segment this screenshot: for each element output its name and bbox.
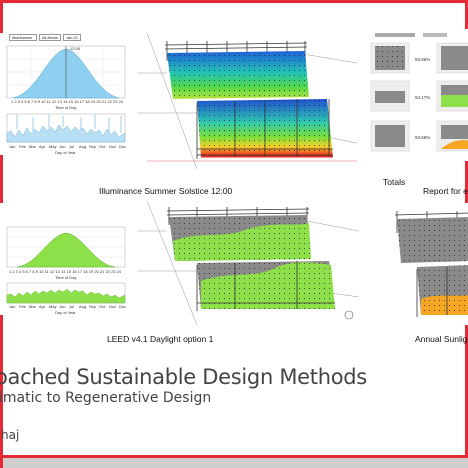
report-charts: 93.86% 94.17% 93.68%: [370, 33, 468, 152]
svg-text:Nov: Nov: [109, 144, 116, 149]
hour-ticks: 1 2 3 4 5 6 7 8 9 10 11 12 13 14 15 16 1…: [11, 99, 124, 104]
slide-subtitle: imatic to Regenerative Design: [0, 390, 212, 406]
svg-text:May: May: [49, 144, 57, 149]
svg-text:Jul: Jul: [69, 144, 74, 149]
svg-text:Oct: Oct: [99, 304, 106, 309]
summer-solstice-render: [137, 33, 357, 169]
svg-text:Jun: Jun: [59, 304, 65, 309]
bottom-bar: [3, 455, 468, 468]
illuminance-chart: 12:00 1 2 3 4 5 6 7 8 9 10 11 12 13 14 1…: [6, 45, 126, 155]
daylight-chart: 1 2 3 4 5 6 7 8 9 10 11 12 13 14 15 16 1…: [6, 226, 126, 315]
svg-text:Jan: Jan: [9, 304, 15, 309]
month-ticks-top: Jan Feb Mar Apr May Jun Jul Aug Sep Oct Nov De…: [9, 144, 126, 149]
compass-icon: [344, 310, 354, 320]
svg-text:Mar: Mar: [29, 144, 37, 149]
caption-report: Report for ea: [423, 186, 468, 196]
svg-text:Jul: Jul: [69, 304, 74, 309]
svg-text:Aug: Aug: [79, 304, 86, 309]
x-axis-label-annual-bottom: Day of Year: [55, 310, 76, 315]
svg-text:May: May: [49, 304, 57, 309]
svg-text:Dec: Dec: [119, 144, 126, 149]
slide-frame: Illuminance All Areas Jan 21 12:00 1 2 3…: [0, 0, 468, 468]
slide-title: oached Sustainable Design Methods: [0, 365, 367, 389]
caption-annual: Annual Sunlight: [415, 334, 468, 344]
svg-text:1 2 3 4 5 6 7 8 9 10 11 12 13: 1 2 3 4 5 6 7 8 9 10 11 12 13 14 15 16 1…: [11, 99, 124, 104]
x-axis-label-annual: Day of Year: [55, 150, 76, 155]
illuminance-chart-panel: Illuminance All Areas Jan 21 12:00 1 2 3…: [0, 33, 133, 155]
annual-sunlight-3d-view: [387, 203, 468, 325]
summer-solstice-3d-view: [137, 33, 357, 169]
svg-text:Apr: Apr: [39, 304, 46, 309]
report-row-3: 93.68%: [370, 120, 468, 152]
caption-summer: Illuminance Summer Solstice 12:00: [99, 186, 233, 196]
report-panel: 93.86% 94.17% 93.68%: [365, 29, 468, 161]
svg-text:Oct: Oct: [99, 144, 106, 149]
report-row-2: 94.17%: [370, 80, 468, 112]
svg-text:Apr: Apr: [39, 144, 46, 149]
x-axis-label-bottom: Time of Day: [55, 275, 76, 280]
report-pct-2: 94.17%: [415, 95, 430, 100]
svg-text:Dec: Dec: [119, 304, 126, 309]
month-ticks-bottom: Jan Feb Mar Apr May Jun Jul Aug Sep Oct Nov De…: [9, 304, 126, 309]
svg-text:Aug: Aug: [79, 144, 86, 149]
svg-text:Nov: Nov: [109, 304, 116, 309]
time-marker-label: 12:00: [70, 46, 81, 51]
report-row-1: 93.86%: [370, 42, 468, 74]
svg-text:Jun: Jun: [59, 144, 65, 149]
svg-text:Mar: Mar: [29, 304, 37, 309]
leed-3d-view: [137, 201, 359, 325]
legend-gradient: [375, 33, 415, 37]
svg-text:Feb: Feb: [19, 304, 27, 309]
caption-totals: Totals: [383, 177, 406, 187]
slide-author: haj: [1, 428, 20, 442]
leed-render: [137, 201, 359, 325]
report-pct-3: 93.68%: [415, 135, 430, 140]
hour-ticks-bottom: 1 2 3 4 5 6 7 8 9 10 11 12 13 14 15 16 1…: [9, 269, 122, 274]
caption-leed: LEED v4.1 Daylight option 1: [107, 334, 214, 344]
daylight-chart-panel: 1 2 3 4 5 6 7 8 9 10 11 12 13 14 15 16 1…: [0, 203, 133, 315]
x-axis-label-top: Time of Day: [55, 105, 76, 110]
annual-sunlight-render: [394, 211, 468, 317]
report-pct-1: 93.86%: [415, 57, 430, 62]
svg-text:Sep: Sep: [89, 144, 97, 149]
svg-text:Feb: Feb: [19, 144, 27, 149]
svg-text:Sep: Sep: [89, 304, 97, 309]
svg-text:Jan: Jan: [9, 144, 15, 149]
